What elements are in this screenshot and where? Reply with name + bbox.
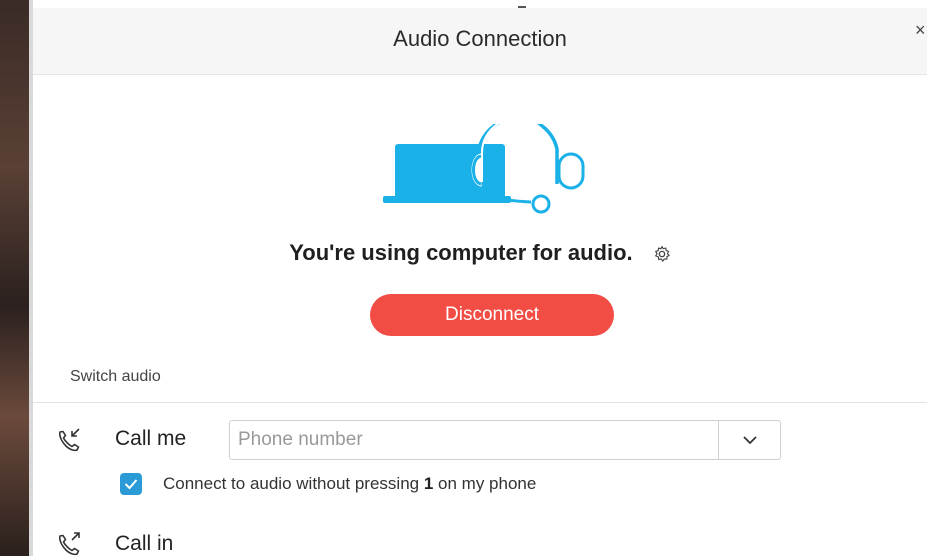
phone-outgoing-icon — [58, 532, 80, 556]
audio-status: You're using computer for audio. — [33, 240, 927, 266]
background-video-strip — [0, 0, 33, 556]
dialog-title: Audio Connection — [393, 26, 567, 51]
checkbox-key: 1 — [423, 474, 434, 493]
audio-connection-dialog: Audio Connection × You're using computer… — [33, 8, 927, 556]
phone-number-input[interactable] — [230, 421, 718, 459]
computer-headset-icon — [383, 124, 585, 214]
dialog-header: Audio Connection × — [33, 8, 927, 75]
gear-icon[interactable] — [653, 245, 671, 263]
phone-incoming-icon — [58, 428, 80, 452]
country-dropdown-button[interactable] — [718, 421, 781, 459]
call-in-label[interactable]: Call in — [115, 532, 173, 556]
call-me-label: Call me — [115, 427, 187, 450]
section-divider — [33, 402, 927, 403]
connect-without-pressing-label: Connect to audio without pressing 1 on m… — [163, 474, 536, 494]
chevron-down-icon — [743, 436, 757, 445]
audio-status-text: You're using computer for audio. — [289, 240, 633, 265]
phone-number-field — [229, 420, 781, 460]
connect-without-pressing-checkbox[interactable] — [120, 473, 142, 495]
disconnect-button[interactable]: Disconnect — [370, 294, 614, 336]
checkbox-text-after: on my phone — [433, 474, 537, 493]
close-button[interactable]: × — [915, 20, 927, 40]
checkmark-icon — [124, 479, 138, 490]
checkbox-text-before: Connect to audio without pressing — [163, 474, 424, 493]
switch-audio-label: Switch audio — [70, 368, 161, 385]
